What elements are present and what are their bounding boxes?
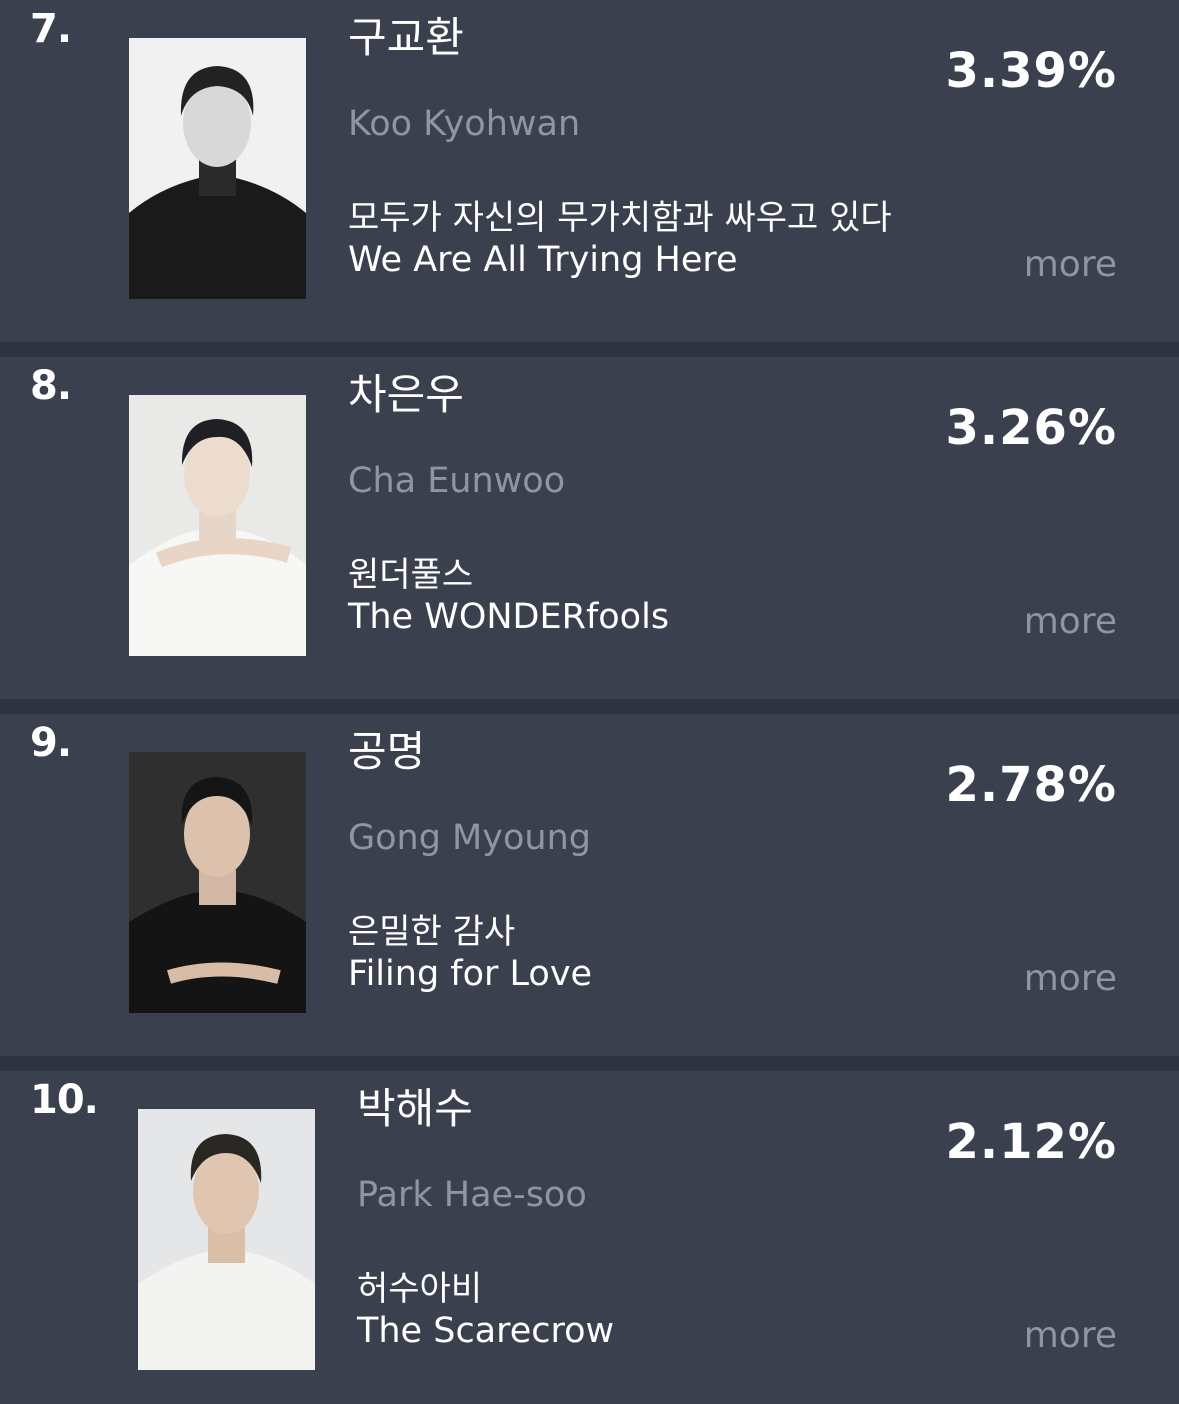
actor-name-korean: 공명 [348,727,426,776]
vote-percentage: 2.78% [945,757,1117,813]
ranking-list: 7. 구교환 Koo Kyohwan 모두가 자신의 무가치함과 싸우고 있다 … [0,0,1179,1404]
actor-name-korean: 차은우 [348,370,464,419]
more-link[interactable]: more [1024,958,1117,999]
actor-name-korean: 구교환 [348,13,464,62]
ranking-card[interactable]: 7. 구교환 Koo Kyohwan 모두가 자신의 무가치함과 싸우고 있다 … [0,0,1179,342]
actor-name-english: Cha Eunwoo [348,461,566,501]
drama-title-english: We Are All Trying Here [348,240,738,280]
drama-title-korean: 모두가 자신의 무가치함과 싸우고 있다 [348,198,892,238]
vote-percentage: 3.26% [945,400,1117,456]
ranking-card[interactable]: 9. 공명 Gong Myoung 은밀한 감사 Filing for Love… [0,714,1179,1056]
rank-number: 8. [30,363,72,409]
more-link[interactable]: more [1024,1315,1117,1356]
actor-name-english: Gong Myoung [348,818,591,858]
vote-percentage: 3.39% [945,43,1117,99]
drama-title-korean: 허수아비 [357,1269,483,1309]
more-link[interactable]: more [1024,244,1117,285]
actor-photo [129,395,306,656]
rank-number: 7. [30,6,72,52]
vote-percentage: 2.12% [945,1114,1117,1170]
ranking-card[interactable]: 8. 차은우 Cha Eunwoo 원더풀스 The WONDERfools 3… [0,357,1179,699]
drama-title-english: Filing for Love [348,954,593,994]
rank-number: 9. [30,720,72,766]
actor-name-english: Park Hae-soo [357,1175,587,1215]
more-link[interactable]: more [1024,601,1117,642]
actor-photo [129,38,306,299]
actor-photo [129,752,306,1013]
drama-title-korean: 원더풀스 [348,555,474,595]
actor-name-korean: 박해수 [357,1084,473,1133]
drama-title-korean: 은밀한 감사 [348,912,516,952]
ranking-card[interactable]: 10. 박해수 Park Hae-soo 허수아비 The Scarecrow … [0,1071,1179,1404]
rank-number: 10. [30,1077,99,1123]
actor-name-english: Koo Kyohwan [348,104,581,144]
drama-title-english: The WONDERfools [348,597,670,637]
actor-photo [138,1109,315,1370]
drama-title-english: The Scarecrow [357,1311,615,1351]
